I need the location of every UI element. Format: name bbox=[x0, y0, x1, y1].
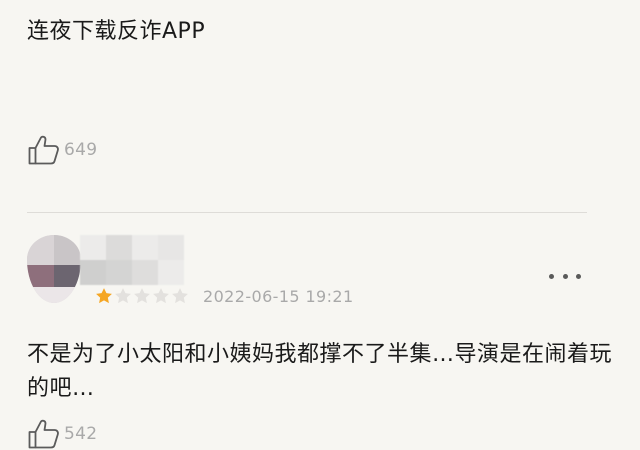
like-button[interactable]: 649 bbox=[27, 134, 97, 166]
blur-cell bbox=[132, 235, 158, 260]
review-text: 不是为了小太阳和小姨妈我都撑不了半集…导演是在闹着玩的吧… bbox=[27, 342, 613, 401]
blur-cell bbox=[158, 260, 184, 285]
avatar-pixel bbox=[54, 265, 81, 287]
blur-cell bbox=[80, 235, 106, 260]
avatar-pixel bbox=[27, 287, 81, 303]
avatar-pixel bbox=[54, 235, 81, 265]
star-empty-icon bbox=[115, 288, 131, 304]
star-empty-icon bbox=[153, 288, 169, 304]
like-button[interactable]: 542 bbox=[27, 418, 97, 450]
avatar-pixel bbox=[27, 235, 54, 265]
divider bbox=[27, 212, 587, 213]
username-blurred[interactable] bbox=[80, 235, 184, 285]
star-filled-icon bbox=[96, 288, 112, 304]
star-rating bbox=[94, 286, 189, 306]
blur-cell bbox=[106, 260, 132, 285]
star-empty-icon bbox=[134, 288, 150, 304]
rating-row: 2022-06-15 19:21 bbox=[94, 286, 354, 306]
more-options-button[interactable] bbox=[549, 264, 581, 288]
like-count: 649 bbox=[64, 140, 98, 160]
like-count: 542 bbox=[64, 424, 98, 444]
star-empty-icon bbox=[172, 288, 188, 304]
more-horizontal-icon-dot bbox=[576, 273, 581, 279]
blur-cell bbox=[80, 260, 106, 285]
thumbs-up-icon bbox=[28, 419, 59, 449]
blur-cell bbox=[132, 260, 158, 285]
avatar-pixel bbox=[27, 265, 54, 287]
thumbs-up-icon bbox=[28, 135, 59, 165]
blur-cell bbox=[158, 235, 184, 260]
review-date: 2022-06-15 19:21 bbox=[203, 286, 354, 306]
blur-cell bbox=[106, 235, 132, 260]
more-horizontal-icon-dot bbox=[562, 273, 568, 279]
more-horizontal-icon-dot bbox=[549, 273, 554, 279]
avatar[interactable] bbox=[27, 235, 81, 303]
review-text: 连夜下载反诈APP bbox=[27, 19, 206, 44]
